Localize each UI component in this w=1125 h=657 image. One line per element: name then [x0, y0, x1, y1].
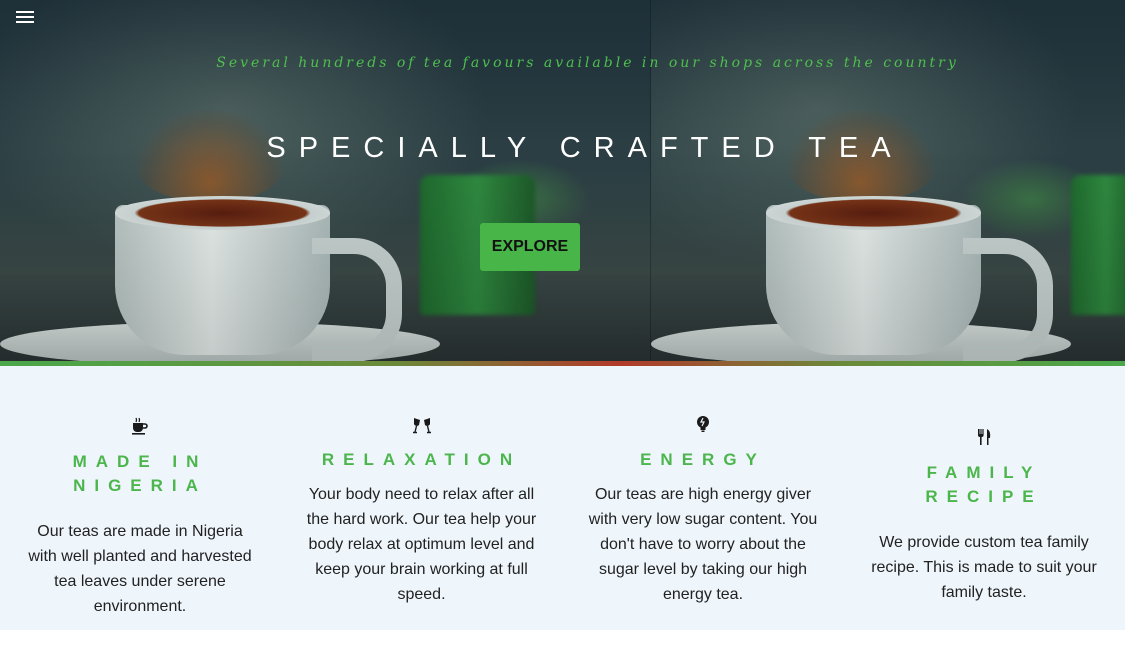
feature-text: Our teas are made in Nigeria with well p…: [28, 523, 252, 615]
explore-button[interactable]: EXPLORE: [480, 223, 580, 271]
feature-title: ENERGY: [640, 450, 766, 469]
energy-bulb-icon: [697, 416, 709, 432]
feature-title: MADE IN NIGERIA: [72, 452, 208, 495]
feature-relaxation: RELAXATION Your body need to relax after…: [305, 415, 538, 607]
feature-title: FAMILY RECIPE: [925, 463, 1043, 506]
feature-title: RELAXATION: [321, 450, 522, 469]
coffee-cup-icon: [132, 417, 148, 435]
hero-headline: SPECIALLY CRAFTED TEA: [266, 132, 904, 164]
feature-text: We provide custom tea family recipe. Thi…: [871, 534, 1097, 601]
feature-family-recipe: FAMILY RECIPE We provide custom tea fami…: [867, 427, 1101, 605]
feature-text: Our teas are high energy giver with very…: [588, 486, 818, 603]
hamburger-menu-icon[interactable]: [16, 11, 34, 25]
glasses-cheers-icon: [412, 418, 431, 434]
fork-knife-icon: [978, 429, 991, 445]
hero-tagline: Several hundreds of tea favours availabl…: [216, 55, 959, 71]
feature-made-in-nigeria: MADE IN NIGERIA Our teas are made in Nig…: [25, 416, 255, 619]
feature-text: Your body need to relax after all the ha…: [306, 486, 537, 603]
hero-section: Several hundreds of tea favours availabl…: [0, 0, 1125, 362]
feature-energy: ENERGY Our teas are high energy giver wi…: [585, 414, 821, 607]
features-section: MADE IN NIGERIA Our teas are made in Nig…: [0, 366, 1125, 630]
